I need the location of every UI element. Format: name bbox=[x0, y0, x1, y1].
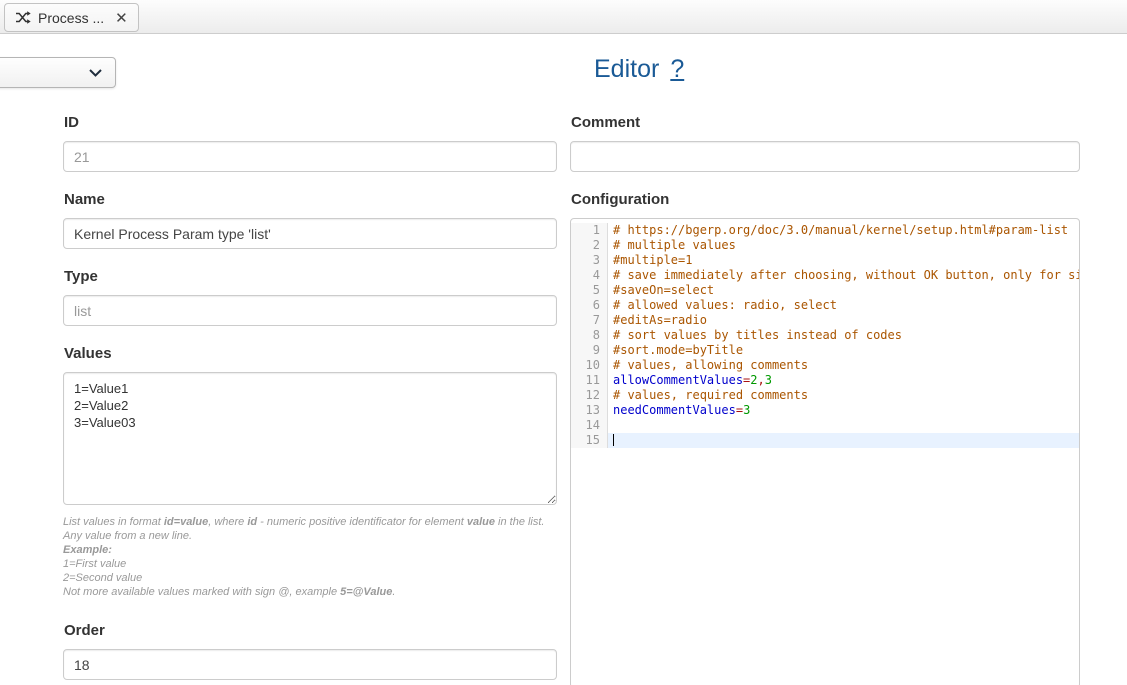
code-line: 13needCommentValues=3 bbox=[571, 403, 1079, 418]
tab-close-icon[interactable]: ✕ bbox=[115, 9, 128, 27]
line-number: 1 bbox=[571, 223, 608, 238]
line-number: 15 bbox=[571, 433, 608, 448]
line-number: 2 bbox=[571, 238, 608, 253]
line-content[interactable]: # values, required comments bbox=[608, 388, 1079, 403]
type-field-group: Type bbox=[63, 267, 557, 326]
code-line: 11allowCommentValues=2,3 bbox=[571, 373, 1079, 388]
shuffle-icon bbox=[15, 11, 31, 24]
code-line: 9#sort.mode=byTitle bbox=[571, 343, 1079, 358]
page-title-row: Editor ? bbox=[594, 55, 684, 84]
code-line: 2# multiple values bbox=[571, 238, 1079, 253]
tab-label: Process ... bbox=[38, 10, 104, 26]
line-content[interactable]: # sort values by titles instead of codes bbox=[608, 328, 1079, 343]
order-label: Order bbox=[64, 621, 557, 641]
line-content[interactable]: allowCommentValues=2,3 bbox=[608, 373, 1079, 388]
code-rows: 1# https://bgerp.org/doc/3.0/manual/kern… bbox=[571, 223, 1079, 448]
line-number: 9 bbox=[571, 343, 608, 358]
code-line: 15 bbox=[571, 433, 1079, 448]
values-help: List values in format id=value, where id… bbox=[63, 515, 557, 599]
tab-bar: Process ... ✕ bbox=[0, 0, 1127, 34]
order-input[interactable] bbox=[63, 649, 557, 680]
line-content[interactable]: #editAs=radio bbox=[608, 313, 1079, 328]
process-tab[interactable]: Process ... ✕ bbox=[4, 3, 139, 32]
chevron-down-icon bbox=[89, 69, 102, 77]
code-line: 4# save immediately after choosing, with… bbox=[571, 268, 1079, 283]
type-label: Type bbox=[64, 267, 557, 287]
line-number: 4 bbox=[571, 268, 608, 283]
line-number: 14 bbox=[571, 418, 608, 433]
line-number: 10 bbox=[571, 358, 608, 373]
line-content[interactable]: # multiple values bbox=[608, 238, 1079, 253]
name-input[interactable] bbox=[63, 218, 557, 249]
line-number: 6 bbox=[571, 298, 608, 313]
line-number: 8 bbox=[571, 328, 608, 343]
name-field-group: Name bbox=[63, 190, 557, 249]
id-field-group: ID bbox=[63, 113, 557, 172]
text-cursor bbox=[613, 434, 614, 446]
line-content[interactable]: # save immediately after choosing, witho… bbox=[608, 268, 1079, 283]
line-content[interactable] bbox=[608, 418, 1079, 433]
values-field-group: Values 1=Value1 2=Value2 3=Value03 List … bbox=[63, 344, 557, 599]
line-number: 11 bbox=[571, 373, 608, 388]
configuration-field-group: Configuration 1# https://bgerp.org/doc/3… bbox=[570, 190, 1080, 685]
line-content[interactable]: #sort.mode=byTitle bbox=[608, 343, 1079, 358]
line-content[interactable]: # allowed values: radio, select bbox=[608, 298, 1079, 313]
page-title: Editor bbox=[594, 55, 659, 84]
line-content[interactable]: # values, allowing comments bbox=[608, 358, 1079, 373]
values-textarea[interactable]: 1=Value1 2=Value2 3=Value03 bbox=[63, 372, 557, 505]
page-type-select[interactable] bbox=[0, 57, 116, 88]
line-content[interactable]: #multiple=1 bbox=[608, 253, 1079, 268]
code-line: 5#saveOn=select bbox=[571, 283, 1079, 298]
line-number: 12 bbox=[571, 388, 608, 403]
name-label: Name bbox=[64, 190, 557, 210]
line-content[interactable] bbox=[608, 433, 1079, 448]
line-number: 7 bbox=[571, 313, 608, 328]
comment-input[interactable] bbox=[570, 141, 1080, 172]
comment-field-group: Comment bbox=[570, 113, 1080, 172]
id-label: ID bbox=[64, 113, 557, 133]
code-line: 8# sort values by titles instead of code… bbox=[571, 328, 1079, 343]
code-line: 7#editAs=radio bbox=[571, 313, 1079, 328]
code-line: 6# allowed values: radio, select bbox=[571, 298, 1079, 313]
line-content[interactable]: # https://bgerp.org/doc/3.0/manual/kerne… bbox=[608, 223, 1079, 238]
configuration-label: Configuration bbox=[571, 190, 1080, 210]
editor-form: ID Name Type Values 1=Value1 2=Value2 3=… bbox=[63, 113, 1080, 685]
line-content[interactable]: needCommentValues=3 bbox=[608, 403, 1079, 418]
values-label: Values bbox=[64, 344, 557, 364]
code-line: 10# values, allowing comments bbox=[571, 358, 1079, 373]
line-number: 3 bbox=[571, 253, 608, 268]
order-field-group: Order Defines parameter' position in com… bbox=[63, 621, 557, 685]
id-input[interactable] bbox=[63, 141, 557, 172]
left-column: ID Name Type Values 1=Value1 2=Value2 3=… bbox=[63, 113, 557, 685]
comment-label: Comment bbox=[571, 113, 1080, 133]
help-link[interactable]: ? bbox=[670, 55, 684, 84]
line-content[interactable]: #saveOn=select bbox=[608, 283, 1079, 298]
line-number: 13 bbox=[571, 403, 608, 418]
right-column: Comment Configuration 1# https://bgerp.o… bbox=[570, 113, 1080, 685]
code-line: 3#multiple=1 bbox=[571, 253, 1079, 268]
configuration-code-editor[interactable]: 1# https://bgerp.org/doc/3.0/manual/kern… bbox=[570, 218, 1080, 685]
type-input[interactable] bbox=[63, 295, 557, 326]
page: Process ... ✕ Editor ? ID Name bbox=[0, 0, 1127, 685]
line-number: 5 bbox=[571, 283, 608, 298]
code-line: 1# https://bgerp.org/doc/3.0/manual/kern… bbox=[571, 223, 1079, 238]
code-line: 12# values, required comments bbox=[571, 388, 1079, 403]
code-line: 14 bbox=[571, 418, 1079, 433]
